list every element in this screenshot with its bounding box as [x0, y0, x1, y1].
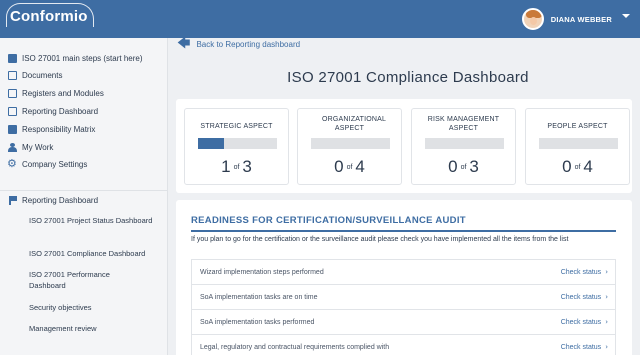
- of-label: of: [574, 164, 581, 171]
- list-item-label: SoA implementation tasks are on time: [200, 294, 318, 301]
- sidebar-subitem-management-review[interactable]: Management review: [29, 323, 159, 334]
- progress-fill: [198, 138, 225, 149]
- aspect-card-risk-management[interactable]: RISK MANAGEMENT ASPECT 0 of 3: [411, 108, 516, 185]
- progress-bar: [311, 138, 390, 149]
- sidebar-item-label: ISO 27001 main steps (start here): [22, 54, 143, 63]
- conformio-logo[interactable]: Conformio: [6, 3, 94, 27]
- total-count: 4: [355, 157, 365, 176]
- card-count: 0 of 3: [412, 157, 515, 177]
- progress-bar: [198, 138, 277, 149]
- list-item: SoA implementation tasks performed Check…: [192, 310, 615, 335]
- list-item: SoA implementation tasks are on time Che…: [192, 285, 615, 310]
- readiness-list: Wizard implementation steps performed Ch…: [191, 259, 616, 355]
- gear-icon: [7, 157, 17, 170]
- list-item-label: Legal, regulatory and contractual requir…: [200, 344, 390, 351]
- check-status-link[interactable]: Check status ›: [561, 318, 608, 326]
- sidebar-item-main-steps[interactable]: ISO 27001 main steps (start here): [8, 54, 143, 63]
- aspect-card-people[interactable]: PEOPLE ASPECT 0 of 4: [525, 108, 630, 185]
- card-title: STRATEGIC ASPECT: [200, 123, 273, 130]
- arrow-left-icon: 🡄: [177, 36, 191, 51]
- readiness-underline: [191, 230, 616, 232]
- sidebar-item-label: My Work: [22, 143, 54, 152]
- sidebar-item-label: Documents: [22, 71, 63, 80]
- flag-icon: [8, 196, 17, 205]
- chevron-right-icon: ›: [605, 293, 608, 301]
- user-name: DIANA WEBBER: [550, 14, 612, 24]
- matrix-icon: [8, 125, 17, 134]
- aspect-card-organizational[interactable]: ORGANIZATIONAL ASPECT 0 of 4: [297, 108, 402, 185]
- sidebar-subitem-compliance[interactable]: ISO 27001 Compliance Dashboard: [29, 248, 159, 259]
- of-label: of: [346, 164, 353, 171]
- sidebar-item-my-work[interactable]: My Work: [8, 143, 53, 152]
- total-count: 3: [242, 157, 252, 176]
- sidebar-item-label: Registers and Modules: [22, 89, 104, 98]
- sidebar-subitem-project-status[interactable]: ISO 27001 Project Status Dashboard: [29, 215, 159, 226]
- aspect-card-strategic[interactable]: STRATEGIC ASPECT 1 of 3: [184, 108, 289, 185]
- document-icon: [8, 71, 17, 80]
- readiness-title: READINESS FOR CERTIFICATION/SURVEILLANCE…: [191, 215, 466, 226]
- total-count: 3: [469, 157, 479, 176]
- report-icon: [8, 107, 17, 116]
- sidebar-item-company-settings[interactable]: Company Settings: [7, 157, 88, 170]
- sidebar-item-reporting[interactable]: Reporting Dashboard: [8, 107, 98, 116]
- check-status-label: Check status: [560, 319, 602, 326]
- card-title: PEOPLE ASPECT: [547, 123, 608, 130]
- sidebar-item-label: Reporting Dashboard: [22, 107, 99, 116]
- back-link[interactable]: 🡄 Back to Reporting dashboard: [177, 36, 301, 51]
- list-item: Legal, regulatory and contractual requir…: [192, 335, 615, 355]
- check-status-link[interactable]: Check status ›: [561, 293, 608, 301]
- sidebar-divider: [0, 190, 167, 191]
- sidebar-item-label: Responsibility Matrix: [22, 125, 96, 134]
- sidebar-item-registers[interactable]: Registers and Modules: [8, 89, 104, 98]
- sidebar-subitem-security-objectives[interactable]: Security objectives: [29, 302, 159, 313]
- sidebar-subitem-performance[interactable]: ISO 27001 Performance Dashboard: [29, 269, 147, 291]
- sidebar-item-label: Company Settings: [22, 160, 88, 169]
- done-count: 1: [221, 157, 231, 176]
- progress-bar: [425, 138, 504, 149]
- check-status-link[interactable]: Check status ›: [561, 343, 608, 351]
- card-count: 1 of 3: [185, 157, 288, 177]
- list-icon: [8, 54, 17, 63]
- register-icon: [8, 89, 17, 98]
- chevron-down-icon[interactable]: [622, 14, 630, 18]
- sidebar-section-reporting[interactable]: Reporting Dashboard: [8, 196, 98, 205]
- check-status-label: Check status: [560, 344, 602, 351]
- sidebar-section-label: Reporting Dashboard: [22, 196, 99, 205]
- logo-text: Conformio: [10, 8, 88, 25]
- readiness-description: If you plan to go for the certification …: [191, 236, 569, 243]
- sidebar: ISO 27001 main steps (start here) Docume…: [0, 38, 168, 355]
- check-status-link[interactable]: Check status ›: [561, 268, 608, 276]
- chevron-right-icon: ›: [605, 343, 608, 351]
- chevron-right-icon: ›: [605, 318, 608, 326]
- avatar: [521, 8, 544, 30]
- aspect-cards-panel: STRATEGIC ASPECT 1 of 3 ORGANIZATIONAL ASP…: [176, 99, 632, 193]
- check-status-label: Check status: [560, 269, 602, 276]
- card-count: 0 of 4: [298, 157, 401, 177]
- card-count: 0 of 4: [526, 157, 629, 177]
- of-label: of: [460, 164, 467, 171]
- top-bar: Conformio DIANA WEBBER: [0, 0, 640, 38]
- done-count: 0: [562, 157, 572, 176]
- progress-bar: [539, 138, 618, 149]
- card-title: RISK MANAGEMENT ASPECT: [427, 116, 500, 132]
- total-count: 4: [583, 157, 593, 176]
- done-count: 0: [334, 157, 344, 176]
- check-status-label: Check status: [560, 294, 602, 301]
- back-link-label: Back to Reporting dashboard: [196, 39, 301, 49]
- list-item: Wizard implementation steps performed Ch…: [192, 260, 615, 285]
- card-title: ORGANIZATIONAL ASPECT: [322, 116, 387, 132]
- list-item-label: SoA implementation tasks performed: [200, 319, 315, 326]
- list-item-label: Wizard implementation steps performed: [200, 269, 324, 276]
- readiness-panel: READINESS FOR CERTIFICATION/SURVEILLANCE…: [176, 200, 632, 355]
- done-count: 0: [448, 157, 458, 176]
- chevron-right-icon: ›: [605, 268, 608, 276]
- user-menu[interactable]: DIANA WEBBER: [521, 8, 612, 30]
- page-title: ISO 27001 Compliance Dashboard: [287, 69, 529, 86]
- sidebar-item-responsibility[interactable]: Responsibility Matrix: [8, 125, 95, 134]
- of-label: of: [233, 164, 240, 171]
- person-icon: [8, 143, 17, 152]
- sidebar-item-documents[interactable]: Documents: [8, 71, 62, 80]
